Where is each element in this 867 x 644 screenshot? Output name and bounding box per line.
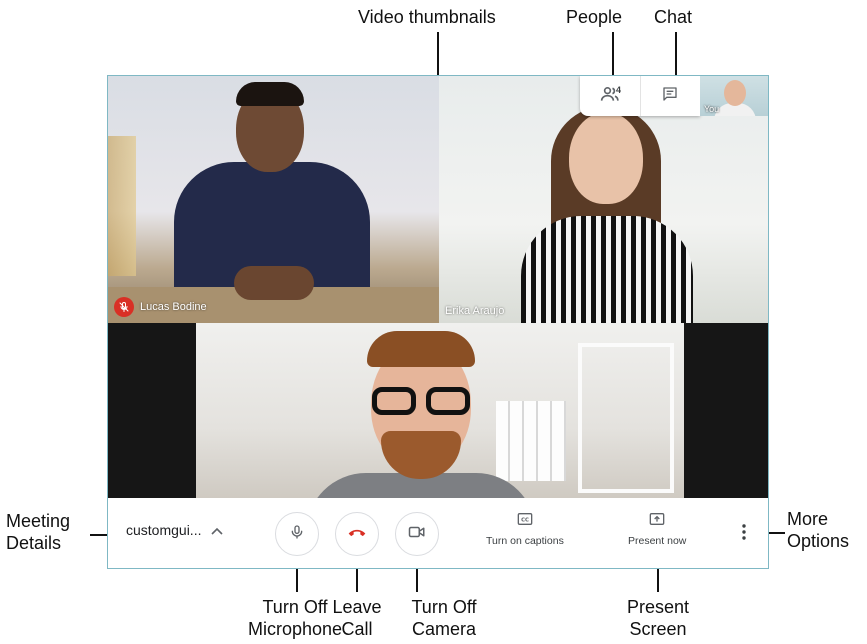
self-view-label: You bbox=[704, 104, 720, 114]
microphone-button[interactable] bbox=[275, 512, 319, 556]
present-screen-callout-line2: Screen bbox=[629, 619, 687, 639]
meeting-window: Lucas Bodine Erika Araujo 4 You customgu… bbox=[107, 75, 769, 569]
background-binders bbox=[496, 401, 566, 481]
top-controls: 4 bbox=[580, 76, 700, 116]
participant-tile-1[interactable]: Lucas Bodine bbox=[108, 76, 439, 323]
bottom-control-bar: customgui... CC Turn on captions Present… bbox=[108, 498, 768, 568]
present-now-button[interactable]: Present now bbox=[628, 512, 686, 547]
participant-scene bbox=[196, 323, 684, 498]
present-screen-icon bbox=[649, 512, 665, 529]
present-screen-callout: Present Screen bbox=[618, 596, 698, 640]
closed-captions-icon: CC bbox=[517, 512, 533, 529]
more-options-callout-line1: More bbox=[787, 509, 829, 529]
participant-head bbox=[569, 112, 643, 204]
background-shelf bbox=[578, 343, 674, 493]
participant-name: Erika Araujo bbox=[445, 305, 505, 317]
meeting-details-leader bbox=[90, 534, 108, 536]
participant-name: Lucas Bodine bbox=[140, 301, 207, 313]
self-view-head bbox=[724, 80, 746, 106]
more-options-leader bbox=[767, 532, 785, 534]
present-label: Present now bbox=[628, 535, 687, 547]
svg-text:CC: CC bbox=[521, 517, 529, 523]
participant-name-label: Erika Araujo bbox=[445, 305, 504, 317]
captions-button[interactable]: CC Turn on captions bbox=[486, 512, 564, 547]
people-callout: People bbox=[566, 7, 623, 27]
captions-label: Turn on captions bbox=[486, 535, 564, 547]
participant-beard bbox=[381, 431, 461, 479]
more-options-callout-line2: Options bbox=[787, 531, 850, 551]
more-options-callout: More Options bbox=[787, 508, 849, 552]
chat-callout: Chat bbox=[654, 7, 693, 27]
background-window-light bbox=[108, 136, 136, 276]
leave-call-callout: Leave Call bbox=[324, 596, 390, 640]
camera-icon bbox=[408, 525, 426, 544]
people-count: 4 bbox=[616, 85, 622, 95]
participant-hair bbox=[236, 82, 304, 106]
mic-off-icon bbox=[114, 297, 134, 317]
leave-call-button[interactable] bbox=[335, 512, 379, 556]
chevron-up-icon bbox=[211, 522, 224, 538]
video-thumbnails-callout: Video thumbnails bbox=[358, 7, 496, 27]
participant-hands bbox=[234, 266, 314, 300]
more-options-button[interactable] bbox=[734, 522, 754, 546]
people-button[interactable]: 4 bbox=[580, 76, 640, 116]
chat-icon bbox=[662, 86, 678, 107]
participant-name-label: Lucas Bodine bbox=[114, 297, 207, 317]
present-screen-callout-line1: Present bbox=[626, 597, 690, 617]
hang-up-icon bbox=[347, 525, 367, 543]
meeting-details-callout: Meeting Details bbox=[6, 510, 70, 554]
meeting-details-callout-line1: Meeting bbox=[6, 511, 71, 531]
meeting-details-callout-line2: Details bbox=[6, 533, 62, 553]
participant-tile-3[interactable] bbox=[108, 323, 768, 498]
self-view-thumbnail[interactable]: You bbox=[700, 76, 768, 116]
leave-call-callout-line2: Call bbox=[341, 619, 373, 639]
turn-off-camera-callout-line2: Camera bbox=[411, 619, 477, 639]
camera-button[interactable] bbox=[395, 512, 439, 556]
turn-off-camera-callout: Turn Off Camera bbox=[394, 596, 494, 640]
leave-call-callout-line1: Leave bbox=[332, 597, 382, 617]
participant-hair bbox=[367, 331, 475, 367]
participant-body bbox=[521, 216, 693, 323]
meeting-code: customgui... bbox=[126, 522, 202, 538]
chat-button[interactable] bbox=[639, 76, 701, 116]
turn-off-camera-callout-line1: Turn Off bbox=[411, 597, 477, 617]
more-vert-icon bbox=[742, 523, 746, 545]
microphone-icon bbox=[289, 523, 305, 546]
meeting-details-button[interactable]: customgui... bbox=[126, 522, 224, 538]
participant-glasses bbox=[366, 387, 476, 417]
